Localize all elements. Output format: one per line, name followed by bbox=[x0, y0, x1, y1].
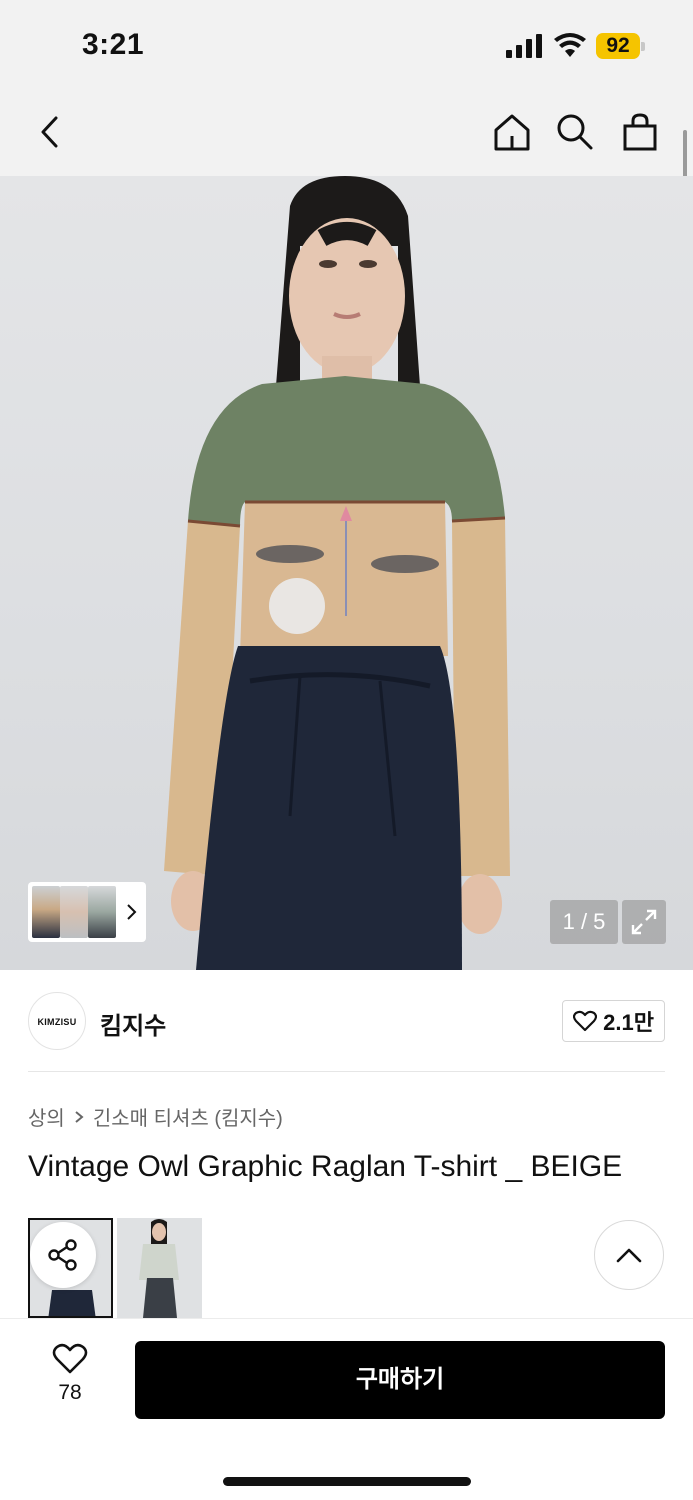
back-button[interactable] bbox=[28, 110, 72, 154]
expand-button[interactable] bbox=[622, 900, 666, 944]
breadcrumb: 상의 긴소매 티셔츠 (킴지수) bbox=[28, 1102, 283, 1131]
product-thumbnail-2[interactable] bbox=[117, 1218, 202, 1318]
battery-level: 92 bbox=[606, 34, 630, 57]
buy-button[interactable]: 구매하기 bbox=[135, 1341, 665, 1419]
wishlist-button[interactable]: 78 bbox=[40, 1343, 100, 1415]
brand-logo[interactable]: KIMZISU bbox=[28, 992, 86, 1050]
home-indicator bbox=[223, 1477, 471, 1486]
status-time: 3:21 bbox=[82, 28, 145, 61]
cart-button[interactable] bbox=[618, 110, 662, 154]
divider bbox=[28, 1071, 665, 1072]
gallery-mini-thumb-3 bbox=[88, 886, 116, 938]
brand-name[interactable]: 킴지수 bbox=[100, 1006, 166, 1041]
share-button[interactable] bbox=[30, 1222, 96, 1288]
home-button[interactable] bbox=[490, 110, 534, 154]
brand-row[interactable]: KIMZISU 킴지수 2.1만 bbox=[28, 992, 665, 1052]
battery-icon: 92 bbox=[596, 31, 646, 61]
scroll-top-button[interactable] bbox=[594, 1220, 664, 1290]
product-title: Vintage Owl Graphic Raglan T-shirt _ BEI… bbox=[28, 1150, 623, 1183]
top-navigation bbox=[0, 88, 693, 176]
shopping-bag-icon bbox=[623, 113, 657, 151]
chevron-up-icon bbox=[616, 1248, 642, 1263]
search-button[interactable] bbox=[553, 110, 597, 154]
heart-icon bbox=[573, 1010, 598, 1032]
wishlist-count: 78 bbox=[58, 1381, 82, 1404]
signal-icon bbox=[506, 34, 542, 58]
gallery-thumbnail-strip[interactable] bbox=[28, 882, 146, 942]
share-icon bbox=[48, 1239, 77, 1271]
brand-like-count: 2.1만 bbox=[603, 1010, 654, 1035]
image-counter: 1 / 5 bbox=[550, 900, 618, 944]
home-icon bbox=[494, 114, 530, 151]
chevron-right-icon bbox=[75, 1110, 84, 1123]
thumbnail-image bbox=[117, 1218, 202, 1318]
bottom-action-bar: 78 구매하기 bbox=[0, 1318, 693, 1500]
heart-icon bbox=[52, 1343, 88, 1374]
chevron-right-icon bbox=[127, 904, 137, 920]
gallery-mini-thumb-1 bbox=[32, 886, 60, 938]
search-icon bbox=[557, 114, 593, 150]
expand-icon bbox=[631, 909, 657, 935]
status-bar: 3:21 92 bbox=[0, 0, 693, 88]
product-photo bbox=[164, 176, 510, 970]
gallery-mini-thumb-2 bbox=[60, 886, 88, 938]
product-image-gallery[interactable]: 1 / 5 bbox=[0, 176, 693, 970]
breadcrumb-subcategory[interactable]: 긴소매 티셔츠 (킴지수) bbox=[93, 1102, 283, 1131]
brand-like-button[interactable]: 2.1만 bbox=[562, 1000, 665, 1042]
back-icon bbox=[41, 116, 58, 148]
wifi-icon bbox=[554, 33, 586, 57]
breadcrumb-category[interactable]: 상의 bbox=[28, 1102, 65, 1131]
